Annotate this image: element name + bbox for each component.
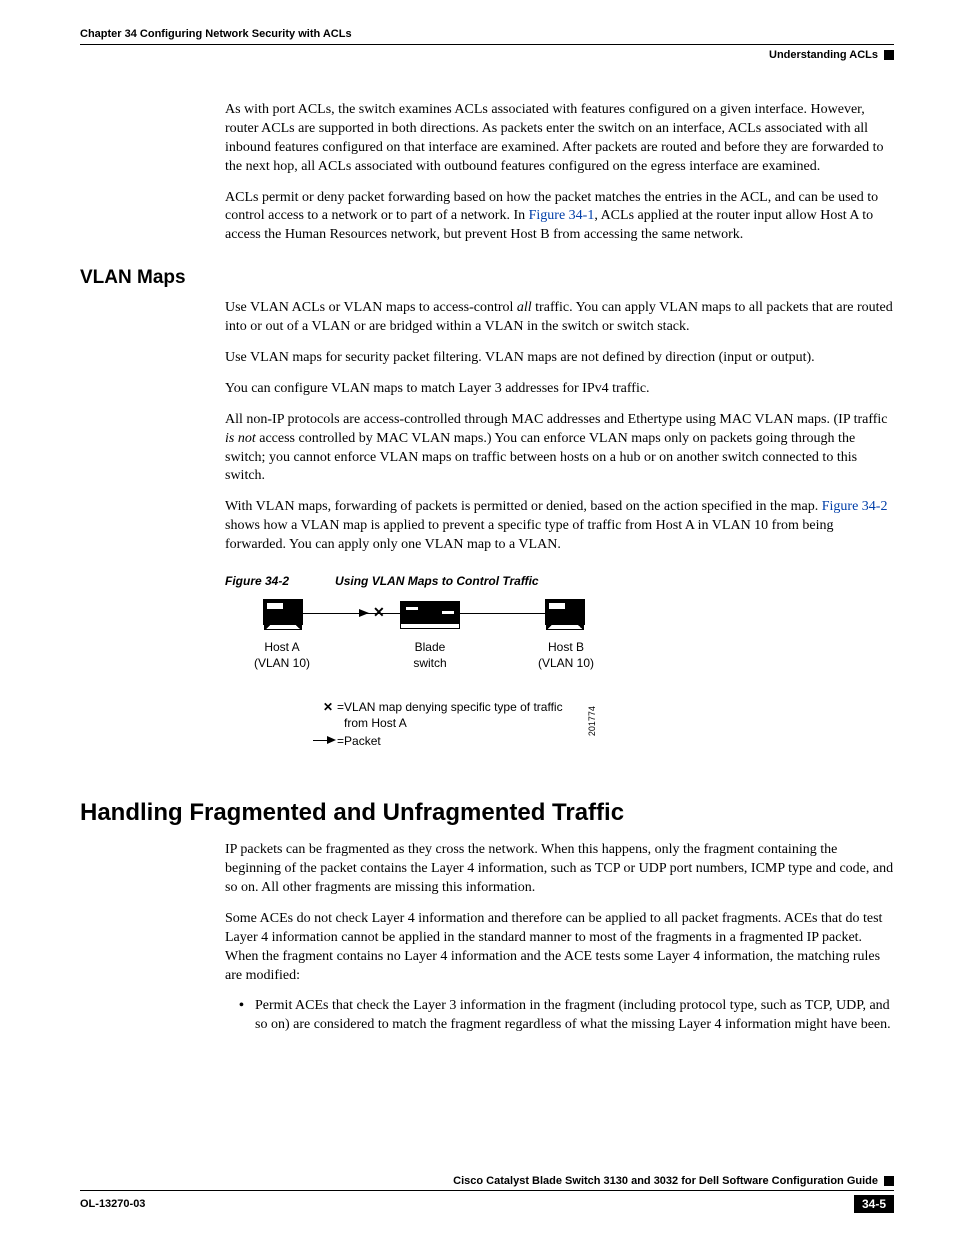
link-switch-b: [460, 613, 545, 614]
frag-bullet-1: • Permit ACEs that check the Layer 3 inf…: [239, 997, 894, 1035]
figure-number: Figure 34-2: [225, 574, 289, 588]
host-b-label: Host B (VLAN 10): [521, 639, 611, 671]
host-a-l2: (VLAN 10): [254, 656, 310, 670]
vlan-p3: You can configure VLAN maps to match Lay…: [225, 380, 894, 399]
intro-p2: ACLs permit or deny packet forwarding ba…: [225, 189, 894, 246]
host-a-l1: Host A: [264, 640, 299, 654]
legend-x-symbol-icon: ✕: [323, 699, 337, 731]
footer-guide-title: Cisco Catalyst Blade Switch 3130 and 303…: [453, 1175, 878, 1187]
legend-x-row: ✕ = VLAN map denying specific type of tr…: [323, 699, 563, 731]
legend-x-text: VLAN map denying specific type of traffi…: [344, 699, 563, 731]
vlan-maps-heading: VLAN Maps: [80, 267, 894, 289]
arrow-icon: [359, 609, 369, 617]
host-b-l2: (VLAN 10): [538, 656, 594, 670]
figure-34-2-link[interactable]: Figure 34-2: [822, 499, 888, 514]
legend-arrow-eq: =: [337, 733, 344, 749]
vlan-p4: All non-IP protocols are access-controll…: [225, 411, 894, 487]
section-header: Understanding ACLs: [769, 49, 878, 61]
switch-l2: switch: [413, 656, 446, 670]
link-a-switch: [302, 613, 400, 614]
vlan-p4b: access controlled by MAC VLAN maps.) You…: [225, 431, 857, 484]
legend-x-eq: =: [337, 699, 344, 731]
figure-id: 201774: [586, 706, 598, 736]
vlan-p1: Use VLAN ACLs or VLAN maps to access-con…: [225, 299, 894, 337]
section-header-row: Understanding ACLs: [80, 49, 894, 61]
figure-caption: Figure 34-2 Using VLAN Maps to Control Tr…: [225, 573, 894, 589]
legend-arrow-row: = Packet: [313, 733, 563, 749]
blade-switch-base-icon: [400, 623, 460, 629]
figure-34-1-link[interactable]: Figure 34-1: [529, 208, 595, 223]
figure-34-2: ✕ Host A (VLAN 10) Blade switch Host B (…: [225, 599, 894, 759]
frag-p2: Some ACEs do not check Layer 4 informati…: [225, 910, 894, 986]
x-mark-icon: ✕: [373, 603, 385, 622]
footer-docid: OL-13270-03: [80, 1198, 145, 1210]
page-number: 34-5: [854, 1195, 894, 1213]
vlan-p2: Use VLAN maps for security packet filter…: [225, 349, 894, 368]
figure-title: Using VLAN Maps to Control Traffic: [335, 574, 539, 588]
switch-l1: Blade: [415, 640, 446, 654]
vlan-p5b: shows how a VLAN map is applied to preve…: [225, 518, 834, 552]
host-a-label: Host A (VLAN 10): [237, 639, 327, 671]
host-b-l1: Host B: [548, 640, 584, 654]
frag-p1: IP packets can be fragmented as they cro…: [225, 841, 894, 898]
header-marker-icon: [884, 50, 894, 60]
blade-switch-icon: [400, 601, 460, 623]
page-footer: Cisco Catalyst Blade Switch 3130 and 303…: [80, 1175, 894, 1213]
intro-p1: As with port ACLs, the switch examines A…: [225, 101, 894, 177]
host-b-icon: [545, 599, 585, 625]
fragment-heading: Handling Fragmented and Unfragmented Tra…: [80, 799, 894, 827]
footer-marker-icon: [884, 1176, 894, 1186]
chapter-header: Chapter 34 Configuring Network Security …: [80, 28, 894, 40]
legend-arrow-text: Packet: [344, 733, 381, 749]
vlan-p1-em: all: [517, 300, 532, 315]
header-rule: [80, 44, 894, 45]
bullet-icon: •: [239, 997, 255, 1035]
host-a-icon: [263, 599, 303, 625]
vlan-p1a: Use VLAN ACLs or VLAN maps to access-con…: [225, 300, 517, 315]
vlan-p5: With VLAN maps, forwarding of packets is…: [225, 498, 894, 555]
switch-label: Blade switch: [385, 639, 475, 671]
legend-arrow-icon: [313, 736, 337, 746]
vlan-p5a: With VLAN maps, forwarding of packets is…: [225, 499, 822, 514]
vlan-p4-em: is not: [225, 431, 256, 446]
vlan-p4a: All non-IP protocols are access-controll…: [225, 412, 888, 427]
frag-bullet-1-text: Permit ACEs that check the Layer 3 infor…: [255, 997, 894, 1035]
